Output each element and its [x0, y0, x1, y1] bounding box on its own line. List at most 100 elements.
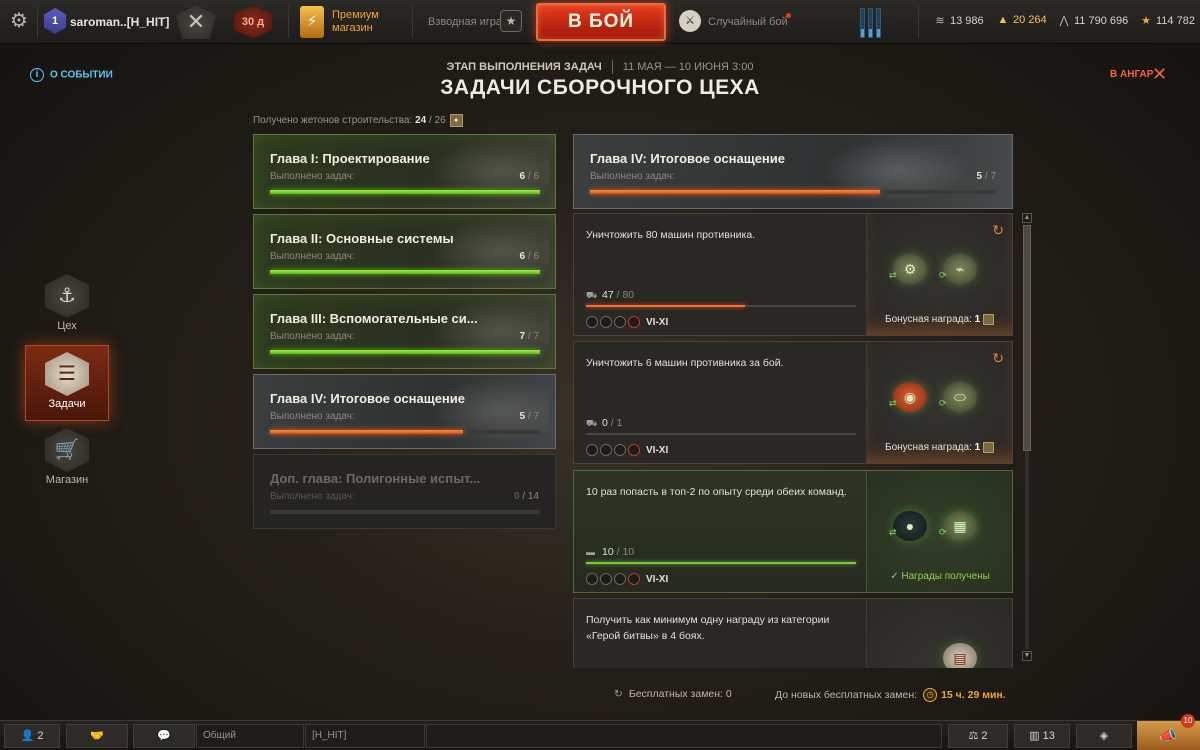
chapter-card-bonus[interactable]: Доп. глава: Полигонные испыт... Выполнен… [253, 454, 556, 529]
battle-mode-selector[interactable]: Случайный бой [708, 16, 788, 28]
clock-icon: ◷ [923, 688, 938, 702]
reward-equipment-icon: ⌁ [943, 254, 977, 284]
reward-document-icon: ▤ [943, 643, 977, 668]
task-reward-panel[interactable]: ↻ ◉ ⇄ ⬭ ⟳ Бонусная награда: 1 [866, 342, 1012, 463]
chapter-title: Глава II: Основные системы [270, 231, 454, 246]
chapter-title: Доп. глава: Полигонные испыт... [270, 471, 481, 486]
reward-module-icon: ⚙ [893, 254, 927, 284]
nav-item-tasks[interactable]: ☰ Задачи [25, 345, 109, 421]
task-reward-panel[interactable]: ▤ [866, 599, 1012, 668]
settings-gear-icon[interactable]: ⚙ [8, 10, 30, 32]
xp-icon: ▬ [586, 547, 595, 557]
task-card[interactable]: Получить как минимум одну награду из кат… [573, 598, 1013, 668]
task-card[interactable]: Уничтожить 6 машин противника за бой. ⛟ 0… [573, 341, 1013, 464]
player-rank-badge: 1 [44, 8, 66, 34]
chapter-progress-bar [270, 270, 540, 274]
chapter-count: 5 / 7 [976, 171, 996, 182]
vehicle-class-icon [614, 573, 626, 585]
chapter-count: 5 / 7 [519, 411, 539, 422]
battle-mode-icon[interactable]: ⚔ [679, 10, 701, 32]
chapter-card-3[interactable]: Глава III: Вспомогательные си... Выполне… [253, 294, 556, 369]
chat-channel-clan[interactable]: [H_HIT] [305, 724, 425, 748]
rewards-claimed-label: ✓ Награды получены [890, 571, 990, 582]
platoon-star-icon[interactable]: ★ [500, 10, 522, 32]
credits-balance[interactable]: ≋ 13 986 [934, 14, 983, 27]
friends-button[interactable]: 👤 2 [4, 724, 60, 748]
task-card[interactable]: 10 раз попасть в топ-2 по опыту среди об… [573, 470, 1013, 593]
construction-token-icon [983, 314, 995, 325]
reward-items: ⚙ ⇄ ⌁ ⟳ [889, 254, 989, 294]
replace-task-icon[interactable]: ↻ [992, 350, 1004, 367]
battle-button[interactable]: В БОЙ [536, 3, 666, 41]
scales-button[interactable]: ⚖ 2 [948, 724, 1008, 748]
to-hangar-link[interactable]: В АНГАР [1110, 69, 1153, 80]
chat-channel-general[interactable]: Общий [196, 724, 304, 748]
task-reward-panel[interactable]: ↻ ⚙ ⇄ ⌁ ⟳ Бонусная награда: 1 [866, 214, 1012, 335]
replace-task-icon[interactable]: ↻ [992, 222, 1004, 239]
chapter-title: Глава III: Вспомогательные си... [270, 311, 478, 326]
reward-items: ▤ [889, 639, 989, 668]
construction-token-icon: ✦ [449, 114, 463, 127]
stage-label: ЭТАП ВЫПОЛНЕНИЯ ЗАДАЧ [446, 60, 602, 73]
vehicle-class-icon [586, 316, 598, 328]
progress-fill [270, 430, 463, 434]
task-progress-text: ⛟ 0 / 1 [586, 417, 623, 429]
premium-shop-icon[interactable]: ⚡ [300, 6, 324, 38]
chapter-subtitle: Выполнено задач: [270, 171, 355, 182]
chat-input[interactable] [426, 724, 942, 748]
task-list-scrollbar[interactable]: ▲ ▼ [1022, 213, 1032, 661]
gold-icon: ▲ [997, 14, 1009, 26]
nav-item-workshop[interactable]: ⚓ Цех [25, 268, 109, 344]
reward-consumable-icon: ● [893, 511, 927, 541]
chapter-progress-bar [270, 190, 540, 194]
scroll-down-icon[interactable]: ▼ [1022, 651, 1032, 661]
tank-icon: ⛟ [586, 418, 598, 428]
vehicle-class-icon [628, 444, 640, 456]
chapter-card-4[interactable]: Глава IV: Итоговое оснащение Выполнено з… [253, 374, 556, 449]
platoon-label[interactable]: Взводная игра [428, 16, 502, 28]
swap-arrows-icon: ⇄ [889, 270, 897, 280]
nav-label: Магазин [45, 474, 89, 486]
handshake-button[interactable]: 🤝 [66, 724, 128, 748]
chapter-count: 6 / 6 [519, 251, 539, 262]
swap-arrows-icon: ⇄ [889, 398, 897, 408]
chapter-count: 7 / 7 [519, 331, 539, 342]
vehicle-classes: VI-XI [586, 316, 668, 328]
construction-token-icon [983, 442, 995, 453]
chapter-subtitle: Выполнено задач: [270, 411, 355, 422]
task-card[interactable]: Уничтожить 80 машин противника. ⛟ 47 / 80… [573, 213, 1013, 336]
scroll-thumb[interactable] [1023, 225, 1031, 451]
free-xp-balance[interactable]: ⋀ 11 790 696 [1058, 14, 1128, 27]
task-reward-panel[interactable]: ● ⇄ ▦ ⟳ ✓ Награды получены [866, 471, 1012, 592]
task-description: Уничтожить 6 машин противника за бой. [586, 357, 784, 369]
chapter-progress-bar [270, 350, 540, 354]
sessions-button[interactable]: ◈ [1076, 724, 1132, 748]
chapter-subtitle: Выполнено задач: [590, 171, 675, 182]
chat-button[interactable]: 💬 [133, 724, 195, 748]
progress-fill [270, 350, 540, 354]
task-description: 10 раз попасть в топ-2 по опыту среди об… [586, 486, 847, 498]
progress-fill [270, 270, 540, 274]
gold-balance[interactable]: ▲ 20 264 [997, 14, 1047, 26]
bottom-bar: 👤 2 🤝 💬 Общий [H_HIT] ⚖ 2 ▥ 13 ◈ 📣 [0, 720, 1200, 750]
task-list-icon: ☰ [45, 352, 89, 396]
chapter-card-2[interactable]: Глава II: Основные системы Выполнено зад… [253, 214, 556, 289]
chapter-card-1[interactable]: Глава I: Проектирование Выполнено задач:… [253, 134, 556, 209]
refresh-icon: ↻ [614, 688, 623, 700]
close-icon[interactable]: ✕ [1152, 64, 1167, 85]
chapter-subtitle: Выполнено задач: [270, 491, 355, 502]
clan-emblem-icon[interactable]: ✕ [176, 5, 216, 39]
premium-days-badge[interactable]: 30 д [234, 6, 272, 38]
nav-item-shop[interactable]: 🛒 Магазин [25, 422, 109, 498]
scroll-up-icon[interactable]: ▲ [1022, 213, 1032, 223]
player-name[interactable]: saroman..[H_HIT] [70, 15, 169, 29]
notifications-count-badge: 10 [1181, 714, 1195, 728]
vehicle-classes: VI-XI [586, 444, 668, 456]
xp-balance[interactable]: ★ 114 782 [1140, 14, 1195, 27]
task-progress-text: ⛟ 47 / 80 [586, 289, 635, 301]
stats-button[interactable]: ▥ 13 [1014, 724, 1070, 748]
server-meter [868, 8, 873, 38]
premium-shop-link[interactable]: Премиум магазин [332, 9, 402, 35]
vehicle-classes: VI-XI [586, 573, 668, 585]
page-title: ЗАДАЧИ СБОРОЧНОГО ЦЕХА [440, 76, 760, 99]
